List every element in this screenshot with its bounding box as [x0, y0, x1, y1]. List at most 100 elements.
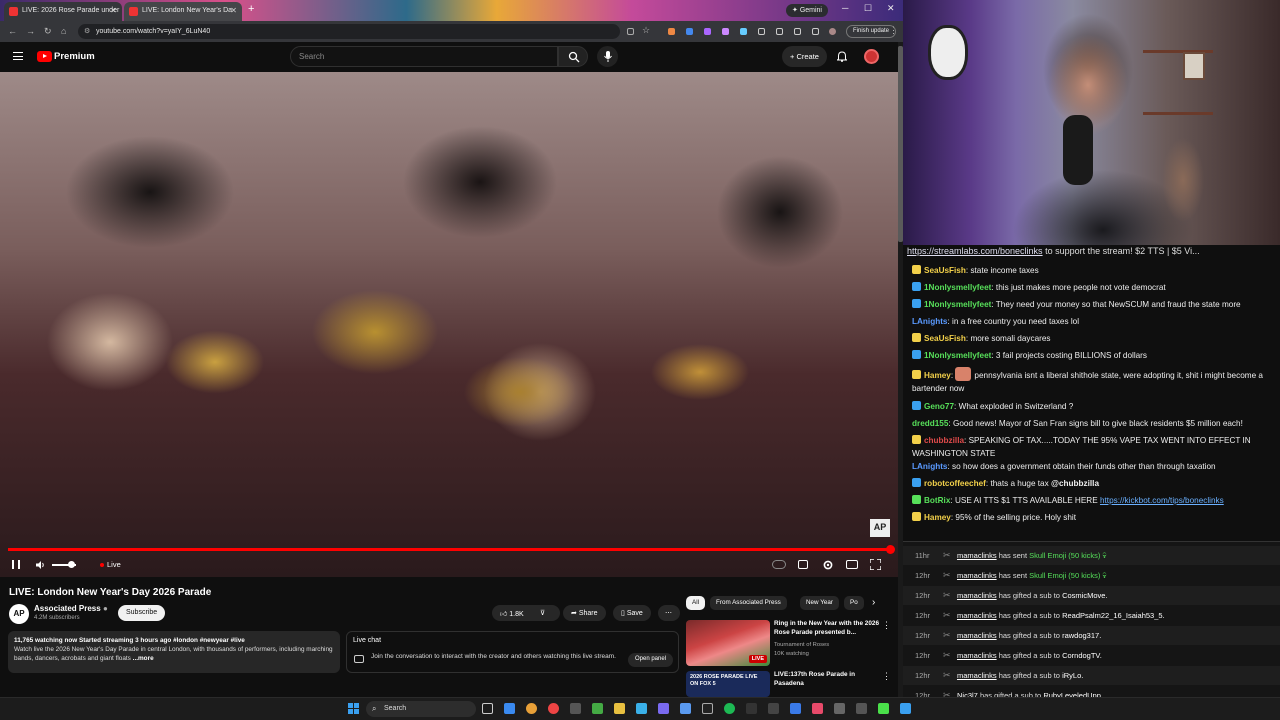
chat-username[interactable]: SeaUsFish	[924, 266, 966, 275]
chevron-right-icon[interactable]: ›	[872, 597, 875, 608]
event-user[interactable]: mamaclinks	[957, 591, 997, 600]
chat-username[interactable]: 1Nonlysmellyfeet	[924, 351, 991, 360]
event-user[interactable]: mamaclinks	[957, 671, 997, 680]
progress-bar[interactable]	[8, 545, 895, 554]
app-icon[interactable]	[592, 703, 603, 714]
chat-username[interactable]: 1Nonlysmellyfeet	[924, 283, 991, 292]
chat-link[interactable]: https://kickbot.com/tips/boneclinks	[1100, 496, 1224, 505]
more-actions-button[interactable]: ⋯	[658, 605, 680, 621]
url-field[interactable]: ⚙ youtube.com/watch?v=yaIY_6LuN40	[78, 24, 620, 39]
volume-slider-handle[interactable]	[68, 561, 76, 568]
theater-mode-icon[interactable]	[846, 560, 858, 569]
settings-gear-icon[interactable]	[822, 559, 834, 571]
youtube-logo-icon[interactable]	[37, 51, 52, 62]
open-panel-button[interactable]: Open panel	[628, 653, 674, 667]
extension-icon[interactable]	[740, 28, 747, 35]
browser-menu-icon[interactable]: ⋮	[889, 25, 898, 36]
app-icon[interactable]	[834, 703, 845, 714]
chat-username[interactable]: chubbzilla	[924, 436, 964, 445]
chat-username[interactable]: dredd155	[912, 419, 948, 428]
menu-icon[interactable]	[13, 52, 23, 60]
event-target[interactable]: rawdog317.	[1062, 631, 1101, 640]
recommendation-title[interactable]: LIVE:137th Rose Parade in Pasadena	[774, 671, 884, 688]
edge-icon[interactable]	[504, 703, 515, 714]
subscribe-button[interactable]: Subscribe	[118, 605, 166, 621]
minimize-icon[interactable]: ─	[842, 3, 848, 13]
search-input[interactable]: Search	[290, 46, 558, 67]
discord-icon[interactable]	[658, 703, 669, 714]
show-more-link[interactable]: ...more	[133, 655, 154, 662]
profile-icon[interactable]	[829, 28, 836, 35]
app-icon[interactable]	[680, 703, 691, 714]
recommendation-item[interactable]: 2026 ROSE PARADE LIVE ON FOX 5 LIVE:137t…	[686, 671, 896, 697]
more-vert-icon[interactable]: ⋮	[882, 620, 891, 631]
share-button[interactable]: ➦ Share	[563, 605, 606, 621]
recommendation-title[interactable]: Ring in the New Year with the 2026 Rose …	[774, 620, 884, 637]
close-tab-icon[interactable]: ✕	[110, 6, 117, 15]
progress-scrubber[interactable]	[886, 545, 895, 554]
close-window-icon[interactable]: ✕	[887, 3, 895, 14]
app-icon[interactable]	[570, 703, 581, 714]
chat-username[interactable]: LAnights	[912, 317, 947, 326]
reload-icon[interactable]: ↻	[44, 26, 52, 37]
obs-icon[interactable]	[768, 703, 779, 714]
home-icon[interactable]: ⌂	[61, 26, 66, 36]
site-info-icon[interactable]: ⚙	[84, 27, 90, 35]
chat-username[interactable]: Hamey	[924, 513, 951, 522]
app-icon[interactable]	[812, 703, 823, 714]
streamlabs-link[interactable]: https://streamlabs.com/boneclinks	[907, 246, 1043, 256]
chip-more[interactable]: Po	[844, 596, 864, 610]
event-target[interactable]: CosmicMove.	[1062, 591, 1107, 600]
download-icon[interactable]	[812, 28, 819, 35]
windows-start-icon[interactable]	[348, 703, 359, 714]
extensions-puzzle-icon[interactable]	[758, 28, 765, 35]
extension-icon[interactable]	[686, 28, 693, 35]
spotify-icon[interactable]	[724, 703, 735, 714]
twitch-extension-icon[interactable]	[722, 28, 729, 35]
dislike-button[interactable]: ⊽	[540, 609, 545, 617]
save-button[interactable]: ▯ Save	[613, 605, 651, 621]
gemini-button[interactable]: ✦ Gemini	[786, 4, 828, 17]
channel-name[interactable]: Associated Press ●	[34, 604, 108, 613]
chat-username[interactable]: Geno77	[924, 402, 954, 411]
event-user[interactable]: mamaclinks	[957, 651, 997, 660]
account-avatar[interactable]	[864, 49, 879, 64]
video-thumbnail[interactable]: LIVE	[686, 620, 770, 666]
event-user[interactable]: mamaclinks	[957, 571, 997, 580]
search-button[interactable]	[558, 46, 588, 67]
new-tab-icon[interactable]: +	[248, 3, 254, 15]
split-view-icon[interactable]	[794, 28, 801, 35]
tab-rose-parade[interactable]: LIVE: 2026 Rose Parade under ✕	[4, 2, 122, 21]
extension-icon[interactable]	[668, 28, 675, 35]
app-icon[interactable]	[856, 703, 867, 714]
event-target[interactable]: CorndogTV.	[1062, 651, 1102, 660]
event-user[interactable]: mamaclinks	[957, 611, 997, 620]
create-button[interactable]: + Create	[782, 46, 827, 67]
like-button[interactable]: 👍︎ 1.8K	[500, 611, 524, 618]
chat-username[interactable]: Hamey	[924, 371, 951, 380]
chrome-icon[interactable]	[548, 703, 559, 714]
app-icon[interactable]	[900, 703, 911, 714]
app-icon[interactable]	[790, 703, 801, 714]
description-box[interactable]: 11,765 watching now Started streaming 3 …	[8, 631, 340, 673]
chat-username[interactable]: SeaUsFish	[924, 334, 966, 343]
notifications-bell-icon[interactable]	[837, 51, 847, 62]
app-icon[interactable]	[702, 703, 713, 714]
video-thumbnail[interactable]: 2026 ROSE PARADE LIVE ON FOX 5	[686, 671, 770, 697]
more-vert-icon[interactable]: ⋮	[882, 671, 891, 682]
close-tab-icon[interactable]: ✕	[230, 6, 237, 15]
chat-mention[interactable]: @chubbzilla	[1051, 479, 1099, 488]
media-icon[interactable]	[776, 28, 783, 35]
recommendation-item[interactable]: LIVE Ring in the New Year with the 2026 …	[686, 620, 896, 666]
extension-icon[interactable]	[704, 28, 711, 35]
telegram-icon[interactable]	[636, 703, 647, 714]
forward-icon[interactable]: →	[26, 26, 35, 36]
taskbar-search[interactable]: ⌕ Search	[366, 701, 476, 717]
channel-avatar[interactable]: AP	[9, 604, 29, 624]
file-explorer-icon[interactable]	[614, 703, 625, 714]
chat-username[interactable]: LAnights	[912, 462, 947, 471]
event-user[interactable]: mamaclinks	[957, 551, 997, 560]
fullscreen-icon[interactable]	[870, 559, 881, 570]
chip-from-associated-press[interactable]: From Associated Press	[710, 596, 787, 610]
video-player[interactable]: AP Live	[0, 72, 898, 577]
